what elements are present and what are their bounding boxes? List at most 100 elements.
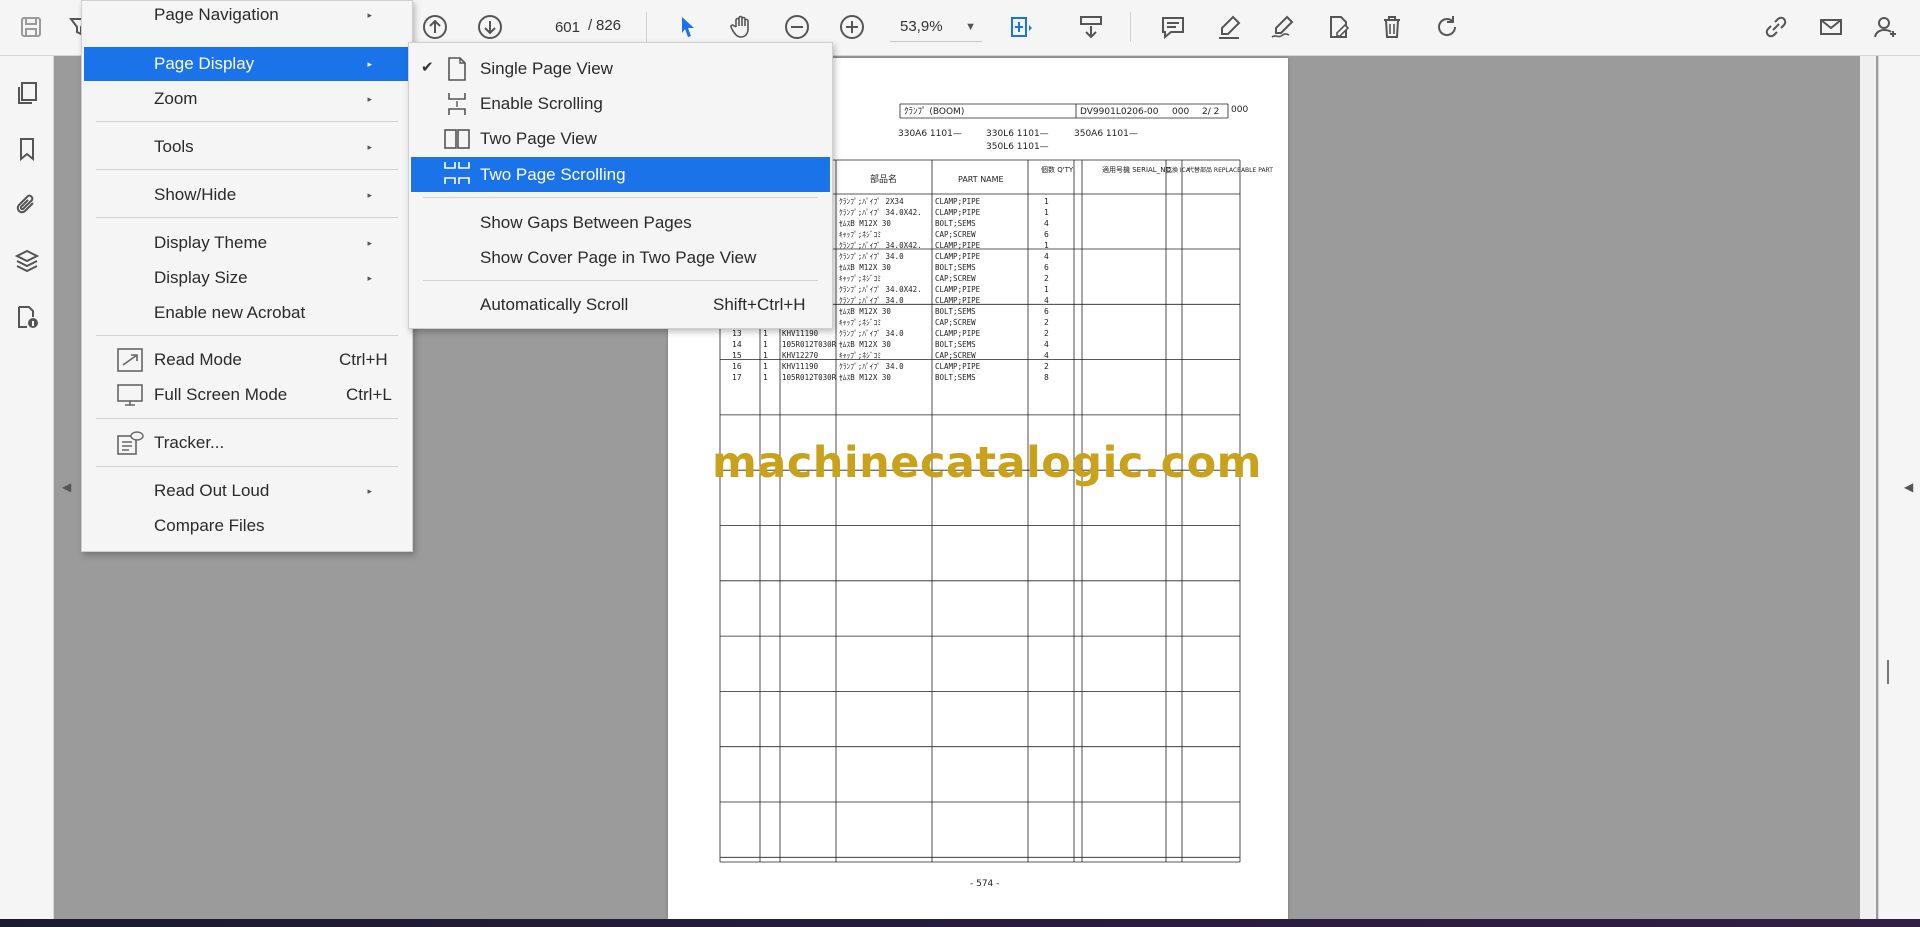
fit-page-icon[interactable] [1004,10,1038,44]
table-cell: 4 [1044,340,1049,349]
menu-item-read-mode[interactable]: Read Mode Ctrl+H [84,344,410,376]
menu-item-zoom[interactable]: Zoom ▸ [84,83,410,115]
menu-item-enable-new-acrobat[interactable]: Enable new Acrobat [84,297,410,329]
delete-icon[interactable] [1375,10,1409,44]
table-row: 15 1 KHV12270 ｷｬｯﾌﾟ;ﾈｼﾞｺﾐ CAP;SCREW 4 [732,351,1049,360]
two-page-scrolling-icon [444,162,470,184]
table-cell: 105R012T030R [782,373,837,382]
collapse-left-panel-icon[interactable]: ◀ [62,480,71,494]
menu-item-label: Display Theme [154,233,268,252]
table-row: ｾﾑｽB M12X 30 BOLT;SEMS 6 [839,307,1049,316]
table-cell: KHV11190 [782,362,819,371]
menu-item-label: Single Page View [480,59,613,78]
menu-item-show-gaps[interactable]: Show Gaps Between Pages [411,207,830,239]
table-cell: ｷｬｯﾌﾟ;ﾈｼﾞｺﾐ [839,351,881,360]
table-cell: 1 [763,362,768,371]
table-cell: 15 [732,351,742,360]
menu-separator [423,280,818,281]
submenu-arrow-icon: ▸ [367,93,372,104]
table-row: ｸﾗﾝﾌﾟ;ﾊﾟｲﾌﾟ 34.0 CLAMP;PIPE 4 [839,252,1049,261]
table-cell: CLAMP;PIPE [935,197,981,206]
menu-item-page-navigation[interactable]: Page Navigation ▸ [84,0,410,31]
zoom-out-icon[interactable] [780,10,814,44]
table-cell: 1 [763,329,768,338]
menu-separator [423,197,818,198]
table-cell: 1 [1044,285,1049,294]
email-icon[interactable] [1814,10,1848,44]
menu-item-compare-files[interactable]: Compare Files [84,510,410,542]
comment-icon[interactable] [1156,10,1190,44]
draw-icon[interactable] [1266,10,1300,44]
menu-item-label: Enable new Acrobat [154,303,306,322]
menu-item-automatically-scroll[interactable]: Automatically Scroll Shift+Ctrl+H [411,289,830,321]
page-separator: / [588,17,593,34]
table-cell: BOLT;SEMS [935,373,976,382]
scrolling-icon [448,93,466,115]
menu-item-tools[interactable]: Tools ▸ [84,131,410,163]
page-down-icon[interactable] [473,10,507,44]
pages-icon[interactable] [8,74,46,112]
scrollbar-thumb[interactable] [1887,660,1889,684]
table-row: ｸﾗﾝﾌﾟ;ﾊﾟｲﾌﾟ 34.0X42. CLAMP;PIPE 1 [839,208,1049,217]
fill-sign-icon[interactable] [1321,10,1355,44]
table-cell: 105R012T030R [782,340,837,349]
table-cell: ｷｬｯﾌﾟ;ﾈｼﾞｺﾐ [839,274,881,283]
menu-item-display-size[interactable]: Display Size ▸ [84,262,410,294]
hand-icon[interactable] [724,10,758,44]
zoom-in-icon[interactable] [835,10,869,44]
submenu-arrow-icon: ▸ [367,485,372,496]
layers-icon[interactable] [8,242,46,280]
menu-item-label: Read Out Loud [154,481,270,500]
menu-item-label: Read Mode [154,350,242,369]
rotate-icon[interactable] [1430,10,1464,44]
menu-item-show-cover-page[interactable]: Show Cover Page in Two Page View [411,242,830,274]
attachment-icon[interactable] [8,186,46,224]
table-cell: 4 [1044,351,1049,360]
table-cell: BOLT;SEMS [935,340,976,349]
table-cell: 1 [763,351,768,360]
doc-model-1: 330A6 1101— [898,129,962,139]
menu-item-display-theme[interactable]: Display Theme ▸ [84,227,410,259]
chevron-down-icon: ▼ [965,20,976,33]
bookmark-icon[interactable] [8,130,46,168]
scroll-mode-icon[interactable] [1074,10,1108,44]
table-row: 17 1 105R012T030R ｾﾑｽB M12X 30 BOLT;SEMS 8 [732,373,1049,382]
table-row: 16 1 KHV11190 ｸﾗﾝﾌﾟ;ﾊﾟｲﾌﾟ 34.0 CLAMP;PIPE 2 [732,362,1049,371]
expand-right-panel-icon[interactable]: ◀ [1904,480,1913,494]
table-cell: BOLT;SEMS [935,307,976,316]
right-sidebar [1878,56,1920,919]
menu-item-two-page-scrolling[interactable]: Two Page Scrolling [411,157,830,192]
table-cell: ｸﾗﾝﾌﾟ;ﾊﾟｲﾌﾟ 34.0 [839,329,904,338]
doc-header-rev: 000 [1172,107,1189,117]
page-up-icon[interactable] [418,10,452,44]
doc-model-4: 350L6 1101— [986,142,1049,152]
menu-item-two-page-view[interactable]: Two Page View [411,123,830,155]
vertical-scrollbar[interactable] [1860,56,1876,919]
menu-item-full-screen-mode[interactable]: Full Screen Mode Ctrl+L [84,379,410,411]
menu-item-label: Display Size [154,268,248,287]
menu-item-read-out-loud[interactable]: Read Out Loud ▸ [84,475,410,507]
share-link-icon[interactable] [1759,10,1793,44]
menu-item-show-hide[interactable]: Show/Hide ▸ [84,179,410,211]
table-cell: 2 [1044,362,1049,371]
menu-item-page-display[interactable]: Page Display ▸ [84,47,410,81]
table-cell: 2 [1044,274,1049,283]
table-cell: ｾﾑｽB M12X 30 [839,340,891,349]
account-icon[interactable] [1868,10,1902,44]
menu-item-single-page-view[interactable]: ✔ Single Page View [411,53,830,85]
submenu-arrow-icon: ▸ [367,58,372,69]
menu-item-label: Tracker... [154,433,225,452]
zoom-value: 53,9% [900,18,943,35]
page-number-input[interactable] [524,14,584,40]
highlight-icon[interactable] [1212,10,1246,44]
menu-item-tracker[interactable]: Tracker... [84,427,410,459]
menu-item-label: Zoom [154,89,198,108]
table-cell: ｷｬｯﾌﾟ;ﾈｼﾞｺﾐ [839,230,881,239]
save-icon[interactable] [14,10,48,44]
zoom-dropdown[interactable]: 53,9% ▼ [890,12,982,42]
menu-item-enable-scrolling[interactable]: Enable Scrolling [411,88,830,120]
select-arrow-icon[interactable] [670,10,704,44]
table-cell: BOLT;SEMS [935,263,976,272]
menu-shortcut: Shift+Ctrl+H [713,295,806,314]
content-icon[interactable] [8,298,46,336]
